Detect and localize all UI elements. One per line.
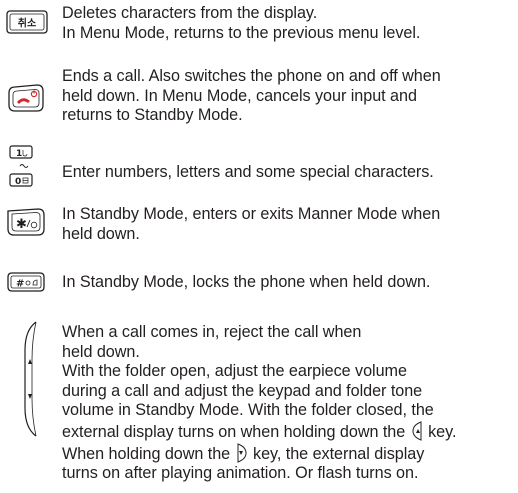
entry-text-line: Ends a call. Also switches the phone on … xyxy=(62,67,441,85)
hash-key-label: # xyxy=(16,279,24,290)
entry-text-fragment: When holding down the xyxy=(62,444,231,463)
entry-text-line: Enter numbers, letters and some special … xyxy=(62,163,434,181)
entry-text-fragment: key, the external display xyxy=(253,444,425,463)
entry-text-line: In Standby Mode, locks the phone when he… xyxy=(62,273,431,291)
entry-text-line: returns to Standby Mode. xyxy=(62,106,243,125)
entry-text-line: When holding down the key, the external … xyxy=(62,442,514,465)
star-key-icon: ✱ xyxy=(6,207,46,237)
entry-text-line: Deletes characters from the display. xyxy=(62,4,318,22)
entry-text-line: during a call and adjust the keypad and … xyxy=(62,381,423,400)
hash-key-icon: # xyxy=(6,271,46,293)
key-zero-label: 0 xyxy=(15,177,21,187)
entry-text-line: held down. xyxy=(62,224,140,243)
entry-text-line: turns on after playing animation. Or fla… xyxy=(62,464,419,483)
entry-text-line: external display turns on when holding d… xyxy=(62,421,514,443)
volume-side-keys-icon xyxy=(22,320,44,438)
entry-text-line: When a call comes in, reject the call wh… xyxy=(62,323,362,341)
clear-key-icon: 취소 xyxy=(6,10,48,36)
volume-down-key-icon xyxy=(236,442,248,463)
clear-key-label: 취소 xyxy=(18,17,36,30)
entry-text-fragment: key. xyxy=(428,422,457,441)
entry-text-line: held down. xyxy=(62,342,140,361)
entry-text-fragment: external display turns on when holding d… xyxy=(62,422,406,441)
entry-text-line: In Standby Mode, enters or exits Manner … xyxy=(62,205,441,223)
entry-text-line: In Menu Mode, returns to the previous me… xyxy=(62,23,421,42)
entry-text-line: With the folder open, adjust the earpiec… xyxy=(62,362,407,381)
end-power-key-icon xyxy=(6,83,46,113)
entry-text-line: held down. In Menu Mode, cancels your in… xyxy=(62,86,417,105)
volume-up-key-icon xyxy=(411,421,423,441)
key-one-label: 1 xyxy=(16,149,22,159)
number-keys-icon: 1 0 xyxy=(6,145,46,189)
star-key-label: ✱ xyxy=(16,217,27,232)
entry-text-line: volume in Standby Mode. With the folder … xyxy=(62,401,434,420)
